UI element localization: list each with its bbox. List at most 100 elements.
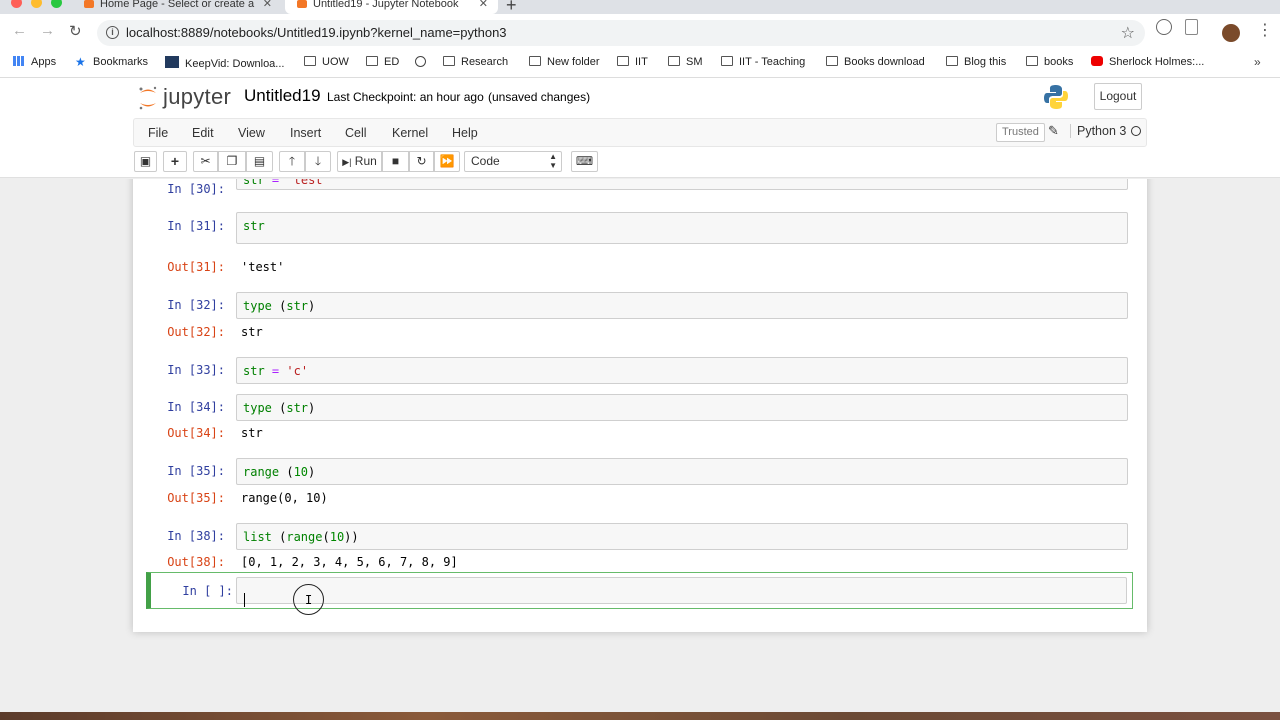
stop-icon: ■ [391, 154, 400, 168]
move-down-button[interactable]: 🡓 [305, 151, 331, 172]
restart-run-all-button[interactable]: ⏩ [434, 151, 460, 172]
bookmark-research[interactable]: Research [443, 56, 508, 69]
output-prompt: Out[34]: [167, 426, 225, 440]
browser-menu-icon[interactable]: ⋮ [1257, 20, 1273, 40]
bookmark-bookmarks[interactable]: ★ Bookmarks [75, 56, 148, 69]
menu-view[interactable]: View [238, 126, 265, 140]
menu-kernel[interactable]: Kernel [392, 126, 428, 140]
bookmark-keepvid[interactable]: KeepVid: Downloa... [165, 56, 284, 71]
copy-icon: ❐ [226, 154, 238, 168]
address-bar[interactable]: i localhost:8889/notebooks/Untitled19.ip… [97, 20, 1145, 46]
notebook-container[interactable]: In [30]: str = "test" In [31]: str Out[3… [0, 179, 1280, 712]
browser-tab-notebook[interactable]: Untitled19 - Jupyter Notebook ✕ [285, 0, 498, 14]
bookmark-apps[interactable]: Apps [13, 56, 56, 69]
browser-tab-strip: Home Page - Select or create a ✕ Untitle… [0, 0, 1280, 15]
copy-button[interactable]: ❐ [218, 151, 246, 172]
trusted-badge[interactable]: Trusted [996, 123, 1045, 142]
code-cell-input[interactable]: str [236, 212, 1128, 244]
kernel-name[interactable]: Python 3 [1070, 124, 1126, 138]
zoom-window-icon[interactable] [51, 0, 62, 8]
bookmark-sm[interactable]: SM [668, 56, 703, 69]
logout-button[interactable]: Logout [1094, 83, 1142, 110]
input-prompt: In [38]: [167, 529, 225, 543]
save-icon: ▣ [139, 154, 152, 168]
cell-output: 'test' [241, 260, 285, 274]
bookmarks-more[interactable]: » [1254, 55, 1261, 69]
bookmark-blog-this[interactable]: Blog this [946, 56, 1006, 69]
bookmark-new-folder[interactable]: New folder [529, 56, 600, 69]
youtube-icon [1091, 56, 1103, 66]
plus-icon: + [170, 153, 180, 169]
output-prompt: Out[35]: [167, 491, 225, 505]
jupyter-logo-icon[interactable] [137, 85, 159, 111]
code-cell-input[interactable]: type (str) [236, 292, 1128, 319]
browser-tab-home[interactable]: Home Page - Select or create a ✕ [72, 0, 282, 14]
code-cell-input[interactable]: str = 'c' [236, 357, 1128, 384]
menu-insert[interactable]: Insert [290, 126, 321, 140]
run-label: Run [354, 154, 377, 168]
code-cell-input[interactable]: type (str) [236, 394, 1128, 421]
close-window-icon[interactable] [11, 0, 22, 8]
restart-icon: ↻ [416, 154, 427, 168]
paste-button[interactable]: ▤ [246, 151, 273, 172]
save-button[interactable]: ▣ [134, 151, 157, 172]
kernel-idle-indicator-icon [1131, 126, 1141, 136]
code-text: type (str) [243, 401, 316, 415]
checkpoint-status: Last Checkpoint: an hour ago [327, 90, 484, 104]
back-icon[interactable]: ← [12, 22, 27, 39]
code-cell-input[interactable]: str = "test" [236, 179, 1128, 190]
input-prompt: In [30]: [167, 182, 225, 196]
interrupt-kernel-button[interactable]: ■ [382, 151, 409, 172]
menu-file[interactable]: File [148, 126, 168, 140]
extension-globe-icon[interactable] [1156, 19, 1172, 35]
arrow-down-icon: 🡓 [314, 154, 322, 168]
bookmark-star-icon[interactable]: ☆ [1121, 23, 1135, 43]
bookmark-ed[interactable]: ED [366, 56, 399, 69]
bookmark-sherlock[interactable]: Sherlock Holmes:... [1091, 56, 1204, 69]
menu-edit[interactable]: Edit [192, 126, 214, 140]
forward-icon[interactable]: → [40, 22, 55, 39]
extension-doc-icon[interactable] [1185, 19, 1198, 35]
edit-mode-pencil-icon: ✎ [1048, 123, 1059, 138]
cell-type-select[interactable]: Code ▲ ▼ [464, 151, 562, 172]
folder-icon [668, 56, 680, 66]
notebook-name[interactable]: Untitled19 [244, 86, 321, 106]
close-tab-icon[interactable]: ✕ [263, 0, 272, 10]
minimize-window-icon[interactable] [31, 0, 42, 8]
code-cell-input[interactable]: list (range(10)) [236, 523, 1128, 550]
tab-title: Untitled19 - Jupyter Notebook [313, 0, 459, 10]
code-cell-input-active[interactable] [236, 577, 1127, 604]
cell-output: [0, 1, 2, 3, 4, 5, 6, 7, 8, 9] [241, 555, 458, 569]
bookmark-uow[interactable]: UOW [304, 56, 349, 69]
restart-kernel-button[interactable]: ↻ [409, 151, 434, 172]
output-prompt: Out[38]: [167, 555, 225, 569]
fast-forward-icon: ⏩ [439, 154, 455, 168]
url-text[interactable]: localhost:8889/notebooks/Untitled19.ipyn… [126, 25, 507, 40]
apps-grid-icon [13, 56, 25, 66]
folder-icon [826, 56, 838, 66]
input-prompt: In [34]: [167, 400, 225, 414]
jupyter-logo-text[interactable]: jupyter [163, 84, 231, 110]
site-info-icon[interactable]: i [106, 26, 119, 39]
command-palette-button[interactable]: ⌨ [571, 151, 598, 172]
close-tab-icon[interactable]: ✕ [479, 0, 488, 10]
notebook-menubar: File Edit View Insert Cell Kernel Help T… [0, 118, 1280, 178]
code-cell-input[interactable]: range (10) [236, 458, 1128, 485]
cut-button[interactable]: ✂ [193, 151, 218, 172]
reload-icon[interactable]: ↻ [69, 22, 82, 40]
bookmark-iit[interactable]: IIT [617, 56, 648, 69]
profile-avatar[interactable] [1222, 24, 1240, 42]
bookmark-globe[interactable] [415, 56, 432, 70]
menu-help[interactable]: Help [452, 126, 478, 140]
bookmark-iit-teaching[interactable]: IIT - Teaching [721, 56, 805, 69]
bookmark-books[interactable]: books [1026, 56, 1073, 69]
folder-icon [366, 56, 378, 66]
bookmark-books-download[interactable]: Books download [826, 56, 925, 69]
code-text: range (10) [243, 465, 316, 479]
run-button[interactable]: ▶| Run [337, 151, 382, 172]
move-up-button[interactable]: 🡑 [279, 151, 305, 172]
folder-icon [304, 56, 316, 66]
menu-cell[interactable]: Cell [345, 126, 367, 140]
insert-cell-button[interactable]: + [163, 151, 187, 172]
scissors-icon: ✂ [200, 154, 211, 168]
